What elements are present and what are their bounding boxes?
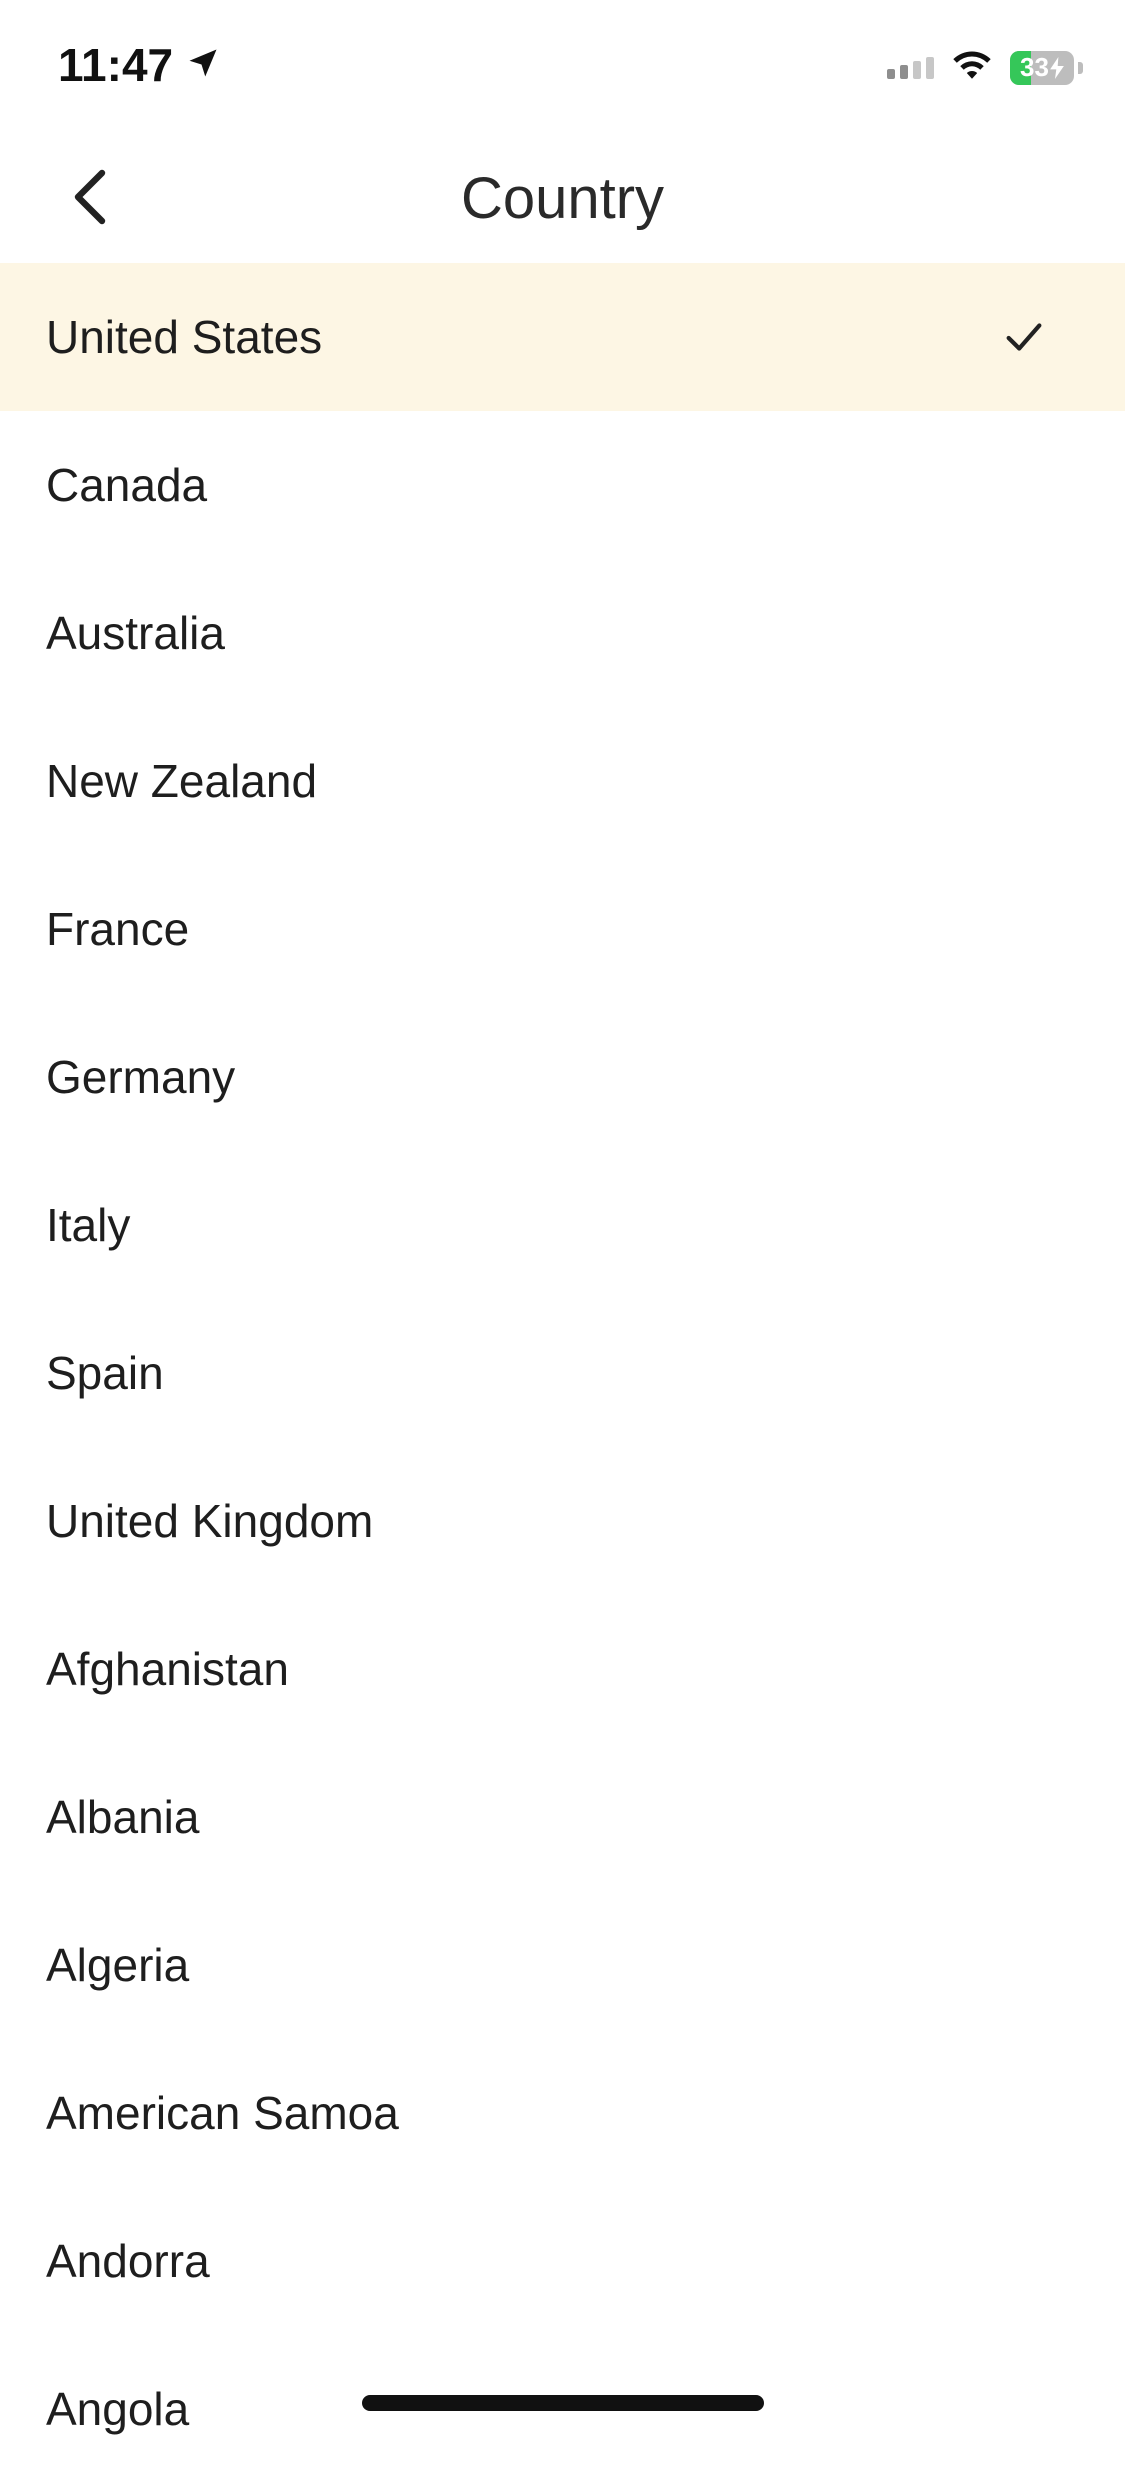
country-label: American Samoa xyxy=(46,2087,399,2139)
country-row[interactable]: France xyxy=(0,855,1125,1003)
page-title: Country xyxy=(460,166,665,231)
country-row[interactable]: Afghanistan xyxy=(0,1595,1125,1743)
country-label: Andorra xyxy=(46,2235,210,2287)
status-indicators: 33 xyxy=(887,48,1083,87)
country-row[interactable]: New Zealand xyxy=(0,707,1125,855)
country-label: Spain xyxy=(46,1347,164,1399)
wifi-icon xyxy=(950,48,994,87)
country-label: United States xyxy=(46,311,323,363)
country-label: Italy xyxy=(46,1199,131,1251)
navigation-bar: Country xyxy=(0,135,1125,263)
country-label: France xyxy=(46,903,190,955)
country-list: United States Canada Australia New Zealand F… xyxy=(0,263,1125,2483)
country-label: Albania xyxy=(46,1791,200,1843)
country-row[interactable]: Canada xyxy=(0,411,1125,559)
location-arrow-icon xyxy=(185,38,221,92)
country-row[interactable]: American Samoa xyxy=(0,2039,1125,2187)
country-label: Germany xyxy=(46,1051,236,1103)
checkmark-icon xyxy=(1001,314,1047,360)
status-bar: 11:47 33 xyxy=(0,0,1125,135)
status-time-group: 11:47 xyxy=(58,38,221,92)
country-row[interactable]: United Kingdom xyxy=(0,1447,1125,1595)
country-row[interactable]: Albania xyxy=(0,1743,1125,1891)
battery-charging-icon: 33 xyxy=(1010,50,1074,85)
country-row[interactable]: Spain xyxy=(0,1299,1125,1447)
status-time: 11:47 xyxy=(58,39,174,91)
battery-cap xyxy=(1078,61,1083,74)
battery-level: 33 xyxy=(1010,51,1074,85)
country-label: United Kingdom xyxy=(46,1495,374,1547)
country-row[interactable]: Italy xyxy=(0,1151,1125,1299)
cellular-signal-icon xyxy=(887,56,934,79)
country-row[interactable]: Andorra xyxy=(0,2187,1125,2335)
home-indicator xyxy=(362,2395,764,2411)
country-label: Afghanistan xyxy=(46,1643,289,1695)
country-row[interactable]: United States xyxy=(0,263,1125,411)
country-label: Canada xyxy=(46,459,208,511)
country-row[interactable]: Algeria xyxy=(0,1891,1125,2039)
country-label: Australia xyxy=(46,607,225,659)
country-label: Angola xyxy=(46,2383,190,2435)
country-label: New Zealand xyxy=(46,755,318,807)
country-label: Algeria xyxy=(46,1939,190,1991)
country-row[interactable]: Australia xyxy=(0,559,1125,707)
country-row[interactable]: Germany xyxy=(0,1003,1125,1151)
